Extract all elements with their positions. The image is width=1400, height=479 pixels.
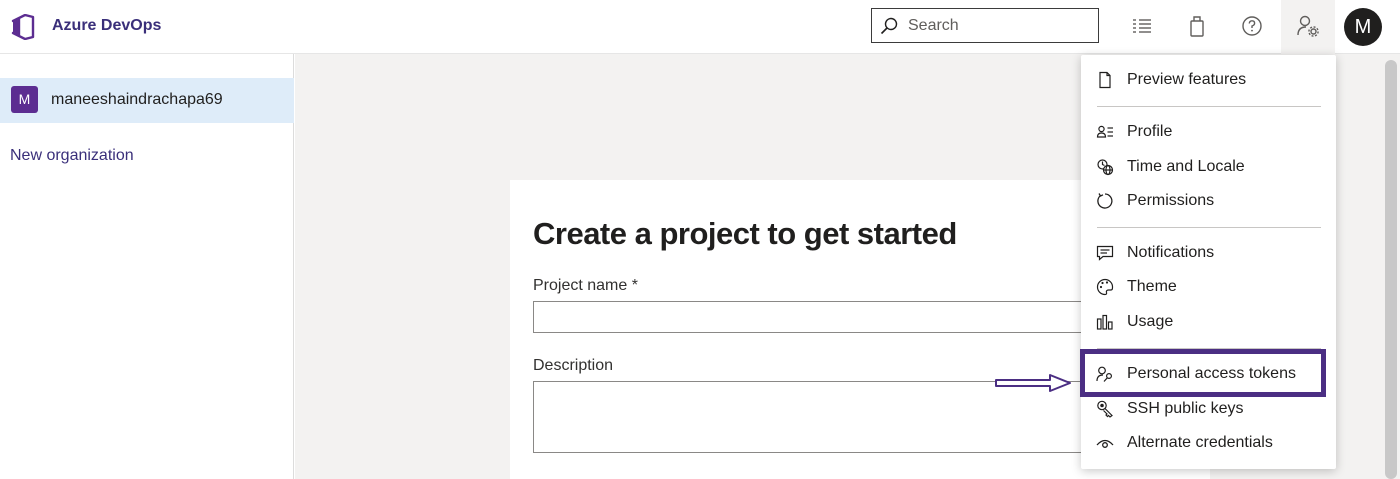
page-title: Create a project to get started [533, 216, 957, 251]
menu-item-label: Alternate credentials [1127, 434, 1273, 451]
menu-item-preview-features[interactable]: Preview features [1081, 63, 1336, 97]
azure-devops-logo-icon[interactable] [11, 14, 39, 40]
chat-icon [1096, 245, 1114, 261]
arrow-annotation-icon [995, 374, 1071, 392]
menu-item-label: Time and Locale [1127, 158, 1245, 175]
org-avatar: M [11, 86, 38, 113]
sidebar: M maneeshaindrachapa69 New organization [0, 54, 294, 479]
menu-divider [1097, 106, 1321, 107]
bar-chart-icon [1096, 314, 1113, 330]
user-settings-menu: Preview features Profile Time and Locale… [1081, 55, 1336, 469]
menu-item-label: SSH public keys [1127, 400, 1244, 417]
menu-item-label: Preview features [1127, 71, 1247, 88]
user-settings-button[interactable] [1281, 0, 1335, 54]
profile-icon [1096, 125, 1113, 138]
user-settings-icon [1297, 15, 1319, 37]
brand-title[interactable]: Azure DevOps [52, 17, 161, 35]
menu-divider [1097, 227, 1321, 228]
user-avatar[interactable]: M [1344, 8, 1382, 46]
menu-item-profile[interactable]: Profile [1081, 115, 1336, 149]
menu-item-label: Notifications [1127, 244, 1215, 261]
menu-item-ssh-public-keys[interactable]: SSH public keys [1081, 392, 1336, 426]
document-icon [1099, 71, 1111, 89]
new-organization-link[interactable]: New organization [10, 147, 134, 165]
marketplace-bag-icon[interactable] [1184, 13, 1210, 39]
eye-icon [1096, 439, 1114, 448]
globe-icon [1097, 159, 1114, 176]
menu-item-label: Profile [1127, 123, 1173, 140]
menu-item-notifications[interactable]: Notifications [1081, 236, 1336, 270]
project-name-input[interactable] [533, 301, 1093, 333]
palette-icon [1096, 278, 1114, 296]
menu-item-time-and-locale[interactable]: Time and Locale [1081, 150, 1336, 184]
project-name-label: Project name * [533, 277, 638, 294]
highlight-box [1080, 349, 1326, 397]
help-icon[interactable] [1239, 13, 1265, 39]
org-name: maneeshaindrachapa69 [51, 91, 223, 108]
key-icon [1097, 400, 1113, 418]
scrollbar-thumb[interactable] [1385, 60, 1397, 479]
menu-item-usage[interactable]: Usage [1081, 305, 1336, 339]
search-input[interactable] [908, 13, 1088, 38]
description-label: Description [533, 357, 614, 374]
search-icon [880, 17, 898, 35]
top-bar: Azure DevOps Search M [0, 0, 1400, 54]
menu-item-label: Theme [1127, 278, 1177, 295]
menu-item-permissions[interactable]: Permissions [1081, 184, 1336, 218]
menu-item-theme[interactable]: Theme [1081, 270, 1336, 304]
task-list-icon[interactable] [1129, 13, 1155, 39]
search-box[interactable] [871, 8, 1099, 43]
menu-item-label: Usage [1127, 313, 1174, 330]
menu-item-alternate-credentials[interactable]: Alternate credentials [1081, 426, 1336, 460]
menu-item-label: Permissions [1127, 192, 1215, 209]
sidebar-item-organization[interactable]: M maneeshaindrachapa69 [0, 78, 294, 123]
refresh-icon [1097, 193, 1113, 209]
